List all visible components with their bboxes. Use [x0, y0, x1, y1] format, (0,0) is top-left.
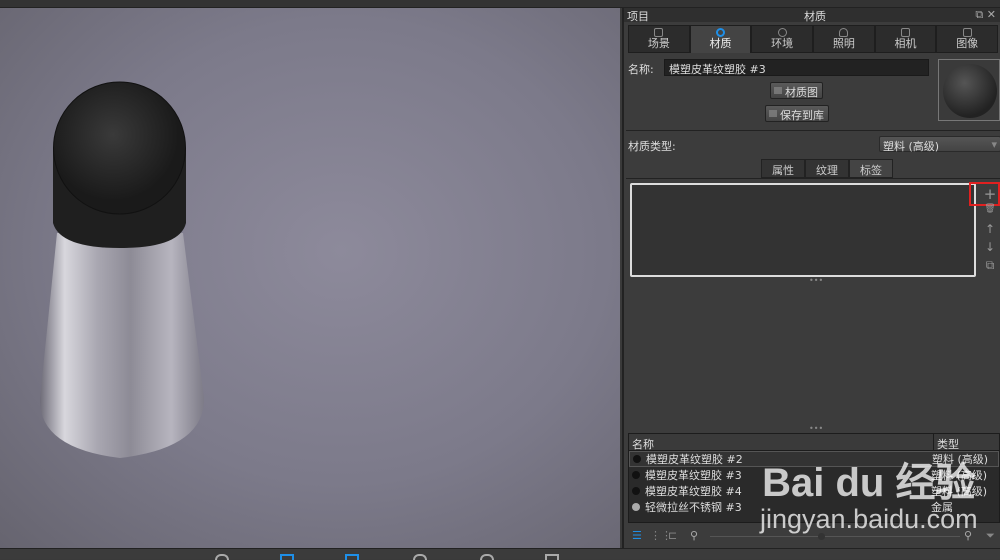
row-name: 轻微拉丝不锈钢 #3: [645, 501, 742, 514]
chevron-down-icon: ▾: [991, 138, 997, 151]
tab-label: 相机: [894, 37, 917, 50]
material-type-select[interactable]: 塑料 (高级) ▾: [879, 136, 1000, 153]
tab-label: 图像: [956, 37, 979, 50]
move-up-icon[interactable]: ↑: [983, 222, 997, 236]
labels-list[interactable]: [630, 183, 976, 277]
bottom-toolbar: [0, 548, 1000, 560]
window-controls[interactable]: ⧉ ✕: [975, 8, 996, 22]
material-type-value: 塑料 (高级): [883, 140, 940, 153]
scene-icon: [654, 28, 664, 37]
tab-label: 环境: [771, 37, 794, 50]
subtab-labels[interactable]: 标签: [849, 159, 893, 178]
slider-handle[interactable]: [818, 533, 825, 540]
panel-title-bar: 项目 材质 ⧉ ✕: [624, 8, 1000, 24]
material-swatch: [632, 503, 640, 511]
move-down-icon[interactable]: ↓: [983, 240, 997, 254]
thumbnail-size-slider[interactable]: [710, 536, 960, 537]
column-type[interactable]: 类型: [934, 434, 962, 451]
row-type: 塑料 (高级): [931, 485, 988, 498]
subtab-properties[interactable]: 属性: [761, 159, 805, 178]
lighting-icon: [839, 28, 849, 37]
delete-icon[interactable]: 🗑: [983, 204, 997, 214]
list-view-icon[interactable]: ☰: [632, 529, 642, 542]
table-header: 名称 类型: [629, 434, 999, 451]
zoom-out-icon[interactable]: ⚲: [690, 529, 698, 542]
render-icon[interactable]: [413, 554, 427, 560]
project-tab-label[interactable]: 项目: [627, 8, 649, 24]
environment-icon: [777, 28, 787, 37]
library-toolbar: ☰ ⋮⋮ ⊏ ⚲ ⚲ ⏷: [628, 528, 1000, 544]
panel-title: 材质: [804, 10, 826, 23]
duplicate-icon[interactable]: ⧉: [983, 258, 997, 273]
row-name: 模塑皮革纹塑胶 #4: [645, 485, 742, 498]
material-swatch: [633, 455, 641, 463]
library-icon[interactable]: [280, 554, 294, 560]
table-row[interactable]: 模塑皮革纹塑胶 #4 塑料 (高级): [629, 483, 999, 499]
zoom-in-icon[interactable]: ⚲: [964, 529, 972, 542]
material-panel: 项目 材质 ⧉ ✕ 场景 材质 环境 照明 相机 图像 名称: 模塑皮革纹塑胶 …: [622, 8, 1000, 548]
tab-lighting[interactable]: 照明: [813, 25, 875, 53]
tab-label: 照明: [832, 37, 855, 50]
tab-label: 材质: [709, 37, 732, 50]
table-row[interactable]: 模塑皮革纹塑胶 #3 塑料 (高级): [629, 467, 999, 483]
import-icon[interactable]: [215, 554, 229, 560]
main-tabs: 场景 材质 环境 照明 相机 图像: [628, 25, 999, 53]
material-graph-button[interactable]: 材质图: [770, 82, 823, 99]
project-icon[interactable]: [345, 554, 359, 560]
tree-view-icon[interactable]: ⊏: [668, 529, 677, 542]
divider: [626, 178, 1000, 179]
tab-label: 场景: [647, 37, 670, 50]
name-label: 名称:: [628, 63, 654, 76]
resize-grip[interactable]: •••: [809, 276, 823, 285]
table-row[interactable]: 轻微拉丝不锈钢 #3 金属: [629, 499, 999, 515]
column-name[interactable]: 名称: [629, 434, 934, 451]
save-to-library-button[interactable]: 保存到库: [765, 105, 829, 122]
row-type: 金属: [931, 501, 953, 514]
material-type-label: 材质类型:: [628, 140, 676, 153]
add-label-icon[interactable]: +: [983, 185, 997, 203]
material-swatch: [632, 487, 640, 495]
material-preview: [938, 59, 1000, 121]
row-type: 塑料 (高级): [932, 453, 989, 466]
screenshot-icon[interactable]: [545, 554, 559, 560]
tab-environment[interactable]: 环境: [751, 25, 814, 53]
row-name: 模塑皮革纹塑胶 #2: [646, 453, 743, 466]
table-row[interactable]: 模塑皮革纹塑胶 #2 塑料 (高级): [629, 451, 999, 467]
keyshotvr-icon[interactable]: [480, 554, 494, 560]
row-type: 塑料 (高级): [931, 469, 988, 482]
material-icon: [716, 28, 725, 37]
sub-tabs: 属性 纹理 标签: [761, 159, 893, 178]
image-icon: [962, 28, 972, 37]
camera-icon: [901, 28, 911, 37]
material-name-input[interactable]: 模塑皮革纹塑胶 #3: [664, 59, 929, 76]
tab-camera[interactable]: 相机: [874, 25, 937, 53]
divider: [626, 130, 1000, 131]
tab-image[interactable]: 图像: [936, 25, 999, 53]
filter-icon[interactable]: ⏷: [986, 529, 995, 543]
render-viewport[interactable]: [0, 8, 620, 548]
tab-scene[interactable]: 场景: [628, 25, 690, 53]
material-library-table: 名称 类型 模塑皮革纹塑胶 #2 塑料 (高级) 模塑皮革纹塑胶 #3 塑料 (高级…: [628, 433, 1000, 523]
subtab-textures[interactable]: 纹理: [805, 159, 849, 178]
row-name: 模塑皮革纹塑胶 #3: [645, 469, 742, 482]
resize-grip[interactable]: •••: [809, 424, 823, 433]
preview-sphere: [943, 64, 997, 118]
bottle-model: [39, 81, 205, 458]
material-swatch: [632, 471, 640, 479]
top-toolbar: [0, 0, 1000, 8]
tab-material[interactable]: 材质: [689, 25, 752, 53]
